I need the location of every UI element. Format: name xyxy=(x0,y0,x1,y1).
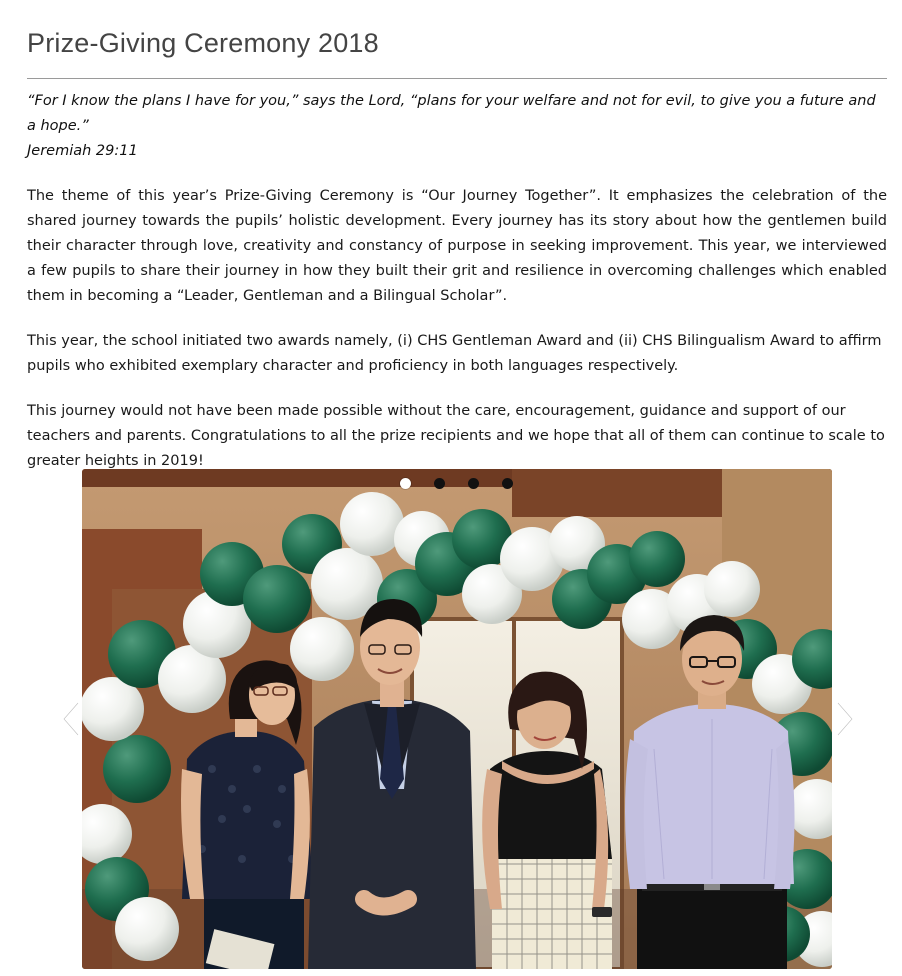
bible-quote: “For I know the plans I have for you,” s… xyxy=(27,89,887,164)
slide-photo xyxy=(82,469,832,969)
slide-dot-4[interactable] xyxy=(502,478,513,489)
title-divider xyxy=(27,78,887,79)
paragraph-theme: The theme of this year’s Prize-Giving Ce… xyxy=(27,188,887,304)
slide-dot-2[interactable] xyxy=(434,478,445,489)
quote-text: “For I know the plans I have for you,” s… xyxy=(27,93,876,134)
photo-slideshow[interactable] xyxy=(82,469,832,969)
slide-dot-1[interactable] xyxy=(400,478,411,489)
chevron-left-icon xyxy=(62,701,80,737)
slideshow-prev-button[interactable] xyxy=(58,700,84,738)
chevron-right-icon xyxy=(836,701,854,737)
slideshow-next-button[interactable] xyxy=(832,700,858,738)
quote-citation: Jeremiah 29:11 xyxy=(27,143,138,159)
article: Prize-Giving Ceremony 2018 “For I know t… xyxy=(27,0,887,474)
page-title: Prize-Giving Ceremony 2018 xyxy=(27,28,379,58)
slide-pagination xyxy=(400,478,513,489)
paragraph-awards: This year, the school initiated two awar… xyxy=(27,333,882,374)
slide-dot-3[interactable] xyxy=(468,478,479,489)
paragraph-thanks: This journey would not have been made po… xyxy=(27,403,885,469)
